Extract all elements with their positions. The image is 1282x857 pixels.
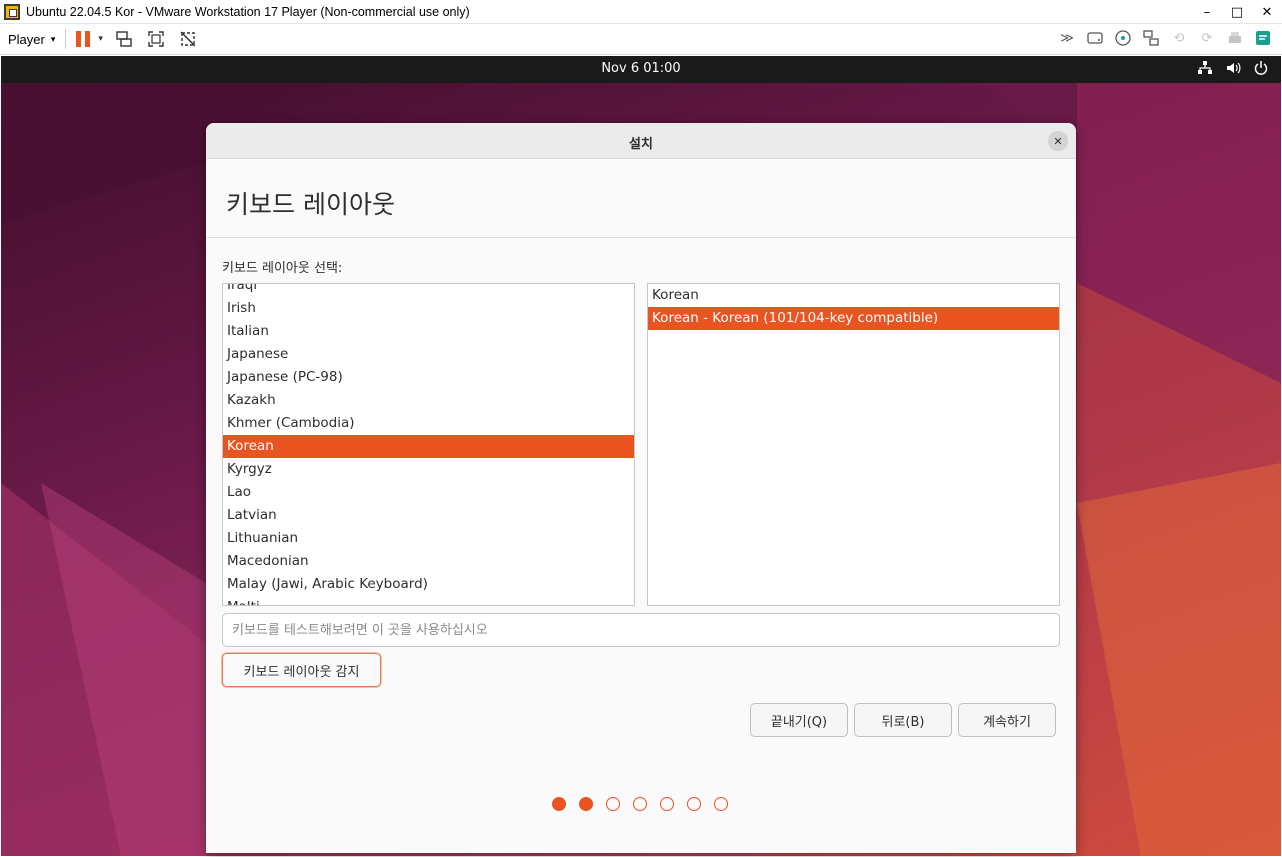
power-icon[interactable] bbox=[1253, 60, 1269, 80]
list-item[interactable]: Iraqi bbox=[223, 284, 634, 297]
keyboard-layout-list[interactable]: Iraqi Irish Italian Japanese Japanese (PC-98… bbox=[222, 283, 635, 606]
pause-icon[interactable] bbox=[76, 31, 91, 47]
usb-icon[interactable]: ⟲ bbox=[1168, 27, 1190, 49]
network-adapter-icon[interactable] bbox=[1140, 27, 1162, 49]
progress-dot bbox=[606, 797, 620, 811]
continue-button[interactable]: 계속하기 bbox=[958, 703, 1056, 737]
player-menu-label: Player bbox=[8, 31, 45, 47]
list-item[interactable]: Malti bbox=[223, 596, 634, 605]
page-title: 키보드 레이아웃 bbox=[226, 190, 395, 219]
list-item[interactable]: Kazakh bbox=[223, 389, 634, 412]
ubuntu-top-bar: Nov 6 01:00 bbox=[1, 56, 1281, 83]
keyboard-test-input[interactable] bbox=[222, 613, 1060, 647]
list-item[interactable]: Irish bbox=[223, 297, 634, 320]
variant-list-inner: Korean Korean - Korean (101/104-key compa… bbox=[648, 284, 1059, 330]
chevron-down-icon[interactable]: ▾ bbox=[98, 34, 103, 44]
sound-card-icon[interactable]: ⟳ bbox=[1196, 27, 1218, 49]
dialog-close-button[interactable]: ✕ bbox=[1048, 131, 1068, 151]
installer-dialog: 설치 ✕ 키보드 레이아웃 키보드 레이아웃 선택: Iraqi Irish Ita… bbox=[206, 123, 1076, 853]
toolbar-divider bbox=[65, 29, 67, 49]
progress-dot bbox=[633, 797, 647, 811]
volume-icon[interactable] bbox=[1225, 60, 1241, 80]
page-heading-area: 키보드 레이아웃 bbox=[206, 159, 1076, 238]
chevron-down-icon: ▾ bbox=[50, 33, 56, 44]
list-item[interactable]: Italian bbox=[223, 320, 634, 343]
list-item[interactable]: Korean - Korean (101/104-key compatible) bbox=[648, 307, 1059, 330]
unity-mode-icon[interactable] bbox=[177, 28, 199, 50]
list-item[interactable]: Japanese (PC-98) bbox=[223, 366, 634, 389]
quit-button[interactable]: 끝내기(Q) bbox=[750, 703, 848, 737]
list-item[interactable]: Macedonian bbox=[223, 550, 634, 573]
list-item[interactable]: Japanese bbox=[223, 343, 634, 366]
dialog-header: 설치 ✕ bbox=[206, 123, 1076, 159]
progress-dots bbox=[552, 797, 728, 811]
progress-dot bbox=[714, 797, 728, 811]
list-item[interactable]: Khmer (Cambodia) bbox=[223, 412, 634, 435]
network-icon[interactable] bbox=[1197, 60, 1213, 80]
more-devices-icon[interactable]: ≫ bbox=[1056, 27, 1078, 49]
vmware-logo-icon bbox=[4, 3, 20, 20]
list-item[interactable]: Lithuanian bbox=[223, 527, 634, 550]
dialog-title: 설치 bbox=[629, 137, 653, 152]
progress-dot bbox=[579, 797, 593, 811]
back-button[interactable]: 뒤로(B) bbox=[854, 703, 952, 737]
list-item[interactable]: Korean bbox=[648, 284, 1059, 307]
send-ctrl-alt-del-icon[interactable] bbox=[113, 28, 135, 50]
vmware-title-bar: Ubuntu 22.04.5 Kor - VMware Workstation … bbox=[0, 0, 1282, 24]
progress-dot bbox=[687, 797, 701, 811]
close-icon: ✕ bbox=[1053, 134, 1063, 148]
layout-list-inner: Iraqi Irish Italian Japanese Japanese (PC-98… bbox=[223, 284, 634, 605]
keyboard-variant-list[interactable]: Korean Korean - Korean (101/104-key compa… bbox=[647, 283, 1060, 606]
close-window-button[interactable]: ✕ bbox=[1252, 0, 1282, 24]
maximize-button[interactable]: □ bbox=[1222, 0, 1252, 24]
clock[interactable]: Nov 6 01:00 bbox=[1, 61, 1281, 76]
toolbar-device-icons: ≫ ⟲ ⟳ bbox=[1050, 27, 1274, 49]
list-item[interactable]: Kyrgyz bbox=[223, 458, 634, 481]
system-tray[interactable] bbox=[1197, 60, 1269, 80]
player-menu[interactable]: Player ▾ bbox=[8, 32, 55, 47]
printer-icon[interactable] bbox=[1224, 27, 1246, 49]
fullscreen-icon[interactable] bbox=[145, 28, 167, 50]
detect-layout-button[interactable]: 키보드 레이아웃 감지 bbox=[222, 653, 381, 687]
cd-dvd-icon[interactable] bbox=[1112, 27, 1134, 49]
progress-dot bbox=[552, 797, 566, 811]
list-item[interactable]: Malay (Jawi, Arabic Keyboard) bbox=[223, 573, 634, 596]
layout-select-label: 키보드 레이아웃 선택: bbox=[222, 261, 343, 276]
window-controls: – □ ✕ bbox=[1192, 0, 1282, 24]
hard-disk-icon[interactable] bbox=[1084, 27, 1106, 49]
list-item[interactable]: Lao bbox=[223, 481, 634, 504]
vmware-toolbar: Player ▾ ▾ ≫ ⟲ ⟳ bbox=[0, 24, 1282, 55]
list-item[interactable]: Korean bbox=[223, 435, 634, 458]
message-log-icon[interactable] bbox=[1252, 27, 1274, 49]
list-item[interactable]: Latvian bbox=[223, 504, 634, 527]
window-title: Ubuntu 22.04.5 Kor - VMware Workstation … bbox=[26, 4, 470, 19]
progress-dot bbox=[660, 797, 674, 811]
minimize-button[interactable]: – bbox=[1192, 0, 1222, 24]
